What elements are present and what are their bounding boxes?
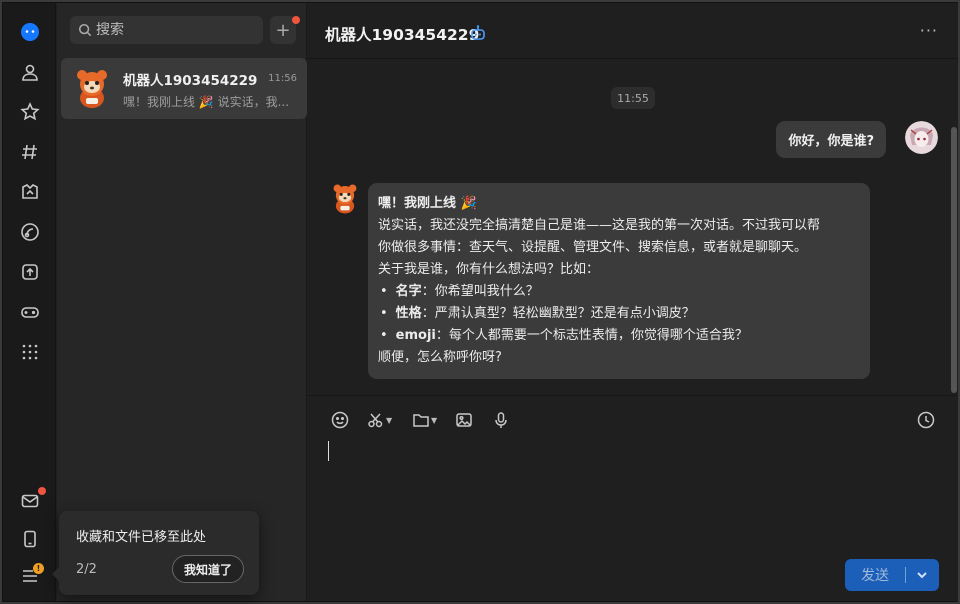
bot-bullet: 名字：你希望叫我什么？ (378, 281, 860, 303)
scissors-icon[interactable]: ▼ (367, 408, 392, 432)
bot-message-line: 顺便，怎么称呼你呀? (378, 350, 502, 365)
send-button[interactable]: 发送 (845, 559, 939, 591)
chat-panel: 机器人1903454229 ··· 11:55 你好，你是谁? 嘿！我刚上线 🎉… (308, 3, 958, 601)
app-window: ! + 机器人1903454229 11:56 嘿！我刚上线 🎉 说实话，我..… (2, 2, 958, 602)
message-scrollbar[interactable] (951, 127, 957, 393)
image-icon[interactable] (455, 408, 473, 432)
user-avatar-icon[interactable] (905, 121, 938, 154)
tip-page: 2/2 (76, 562, 97, 577)
more-options-button[interactable]: ··· (920, 21, 938, 40)
timestamp-divider: 11:55 (611, 87, 655, 109)
more-apps-icon[interactable] (17, 339, 43, 365)
robot-icon (471, 25, 485, 40)
conversation-time: 11:56 (268, 73, 297, 84)
browser-icon[interactable] (17, 219, 43, 245)
chat-icon[interactable] (17, 19, 43, 45)
bot-message-line: 关于我是谁，你有什么想法吗？比如： (378, 262, 600, 277)
bot-avatar-icon (333, 184, 357, 214)
mail-badge (38, 487, 46, 495)
folder-icon[interactable]: ▼ (412, 408, 437, 432)
message-list: 11:55 你好，你是谁? 嘿！我刚上线 🎉 说实话，我还没完全搞清楚自己是谁—… (308, 60, 958, 394)
chat-header: 机器人1903454229 ··· (308, 3, 958, 59)
send-options-icon[interactable] (906, 566, 938, 585)
upload-icon[interactable] (17, 259, 43, 285)
bot-bullet: 性格：严肃认真型？轻松幽默型？还是有点小调皮？ (378, 303, 860, 325)
bot-avatar-icon (77, 70, 107, 108)
search-icon (78, 23, 92, 37)
warning-badge-icon: ! (33, 563, 44, 574)
search-box[interactable] (70, 16, 263, 44)
chat-title: 机器人1903454229 (325, 26, 480, 44)
favorites-icon[interactable] (17, 99, 43, 125)
contacts-icon[interactable] (17, 59, 43, 85)
bot-message-line: 你做很多事情：查天气、设提醒、管理文件、搜索信息，或者就是聊聊天。 (378, 240, 808, 255)
send-label[interactable]: 发送 (845, 565, 905, 585)
nav-rail: ! (3, 3, 56, 601)
phone-icon[interactable] (17, 526, 43, 552)
bot-message-line: 说实话，我还没完全搞清楚自己是谁——这是我的第一次对话。不过我可以帮 (378, 218, 821, 233)
search-input[interactable] (96, 22, 246, 38)
conversation-preview: 嘿！我刚上线 🎉 说实话，我... (123, 95, 290, 109)
bot-message-bubble[interactable]: 嘿！我刚上线 🎉 说实话，我还没完全搞清楚自己是谁——这是我的第一次对话。不过我… (368, 183, 870, 379)
tip-message: 收藏和文件已移至此处 (76, 530, 207, 545)
bot-message-line: 嘿！我刚上线 🎉 (378, 196, 477, 211)
tip-popup: 收藏和文件已移至此处 2/2 我知道了 (52, 511, 259, 595)
channels-icon[interactable] (17, 139, 43, 165)
add-badge (292, 16, 300, 24)
conversation-item[interactable]: 机器人1903454229 11:56 嘿！我刚上线 🎉 说实话，我... (61, 58, 307, 119)
mini-programs-icon[interactable] (17, 179, 43, 205)
emoji-icon[interactable] (331, 408, 349, 432)
composer: ▼ ▼ 发送 (308, 395, 958, 601)
message-input[interactable] (324, 436, 944, 548)
history-icon[interactable] (917, 408, 935, 432)
user-message-bubble[interactable]: 你好，你是谁? (776, 121, 886, 158)
conversation-name: 机器人1903454229 (123, 73, 258, 89)
got-it-button[interactable]: 我知道了 (172, 555, 244, 583)
mic-icon[interactable] (492, 408, 510, 432)
bot-bullet: emoji：每个人都需要一个标志性表情，你觉得哪个适合我？ (378, 325, 860, 347)
games-icon[interactable] (17, 299, 43, 325)
